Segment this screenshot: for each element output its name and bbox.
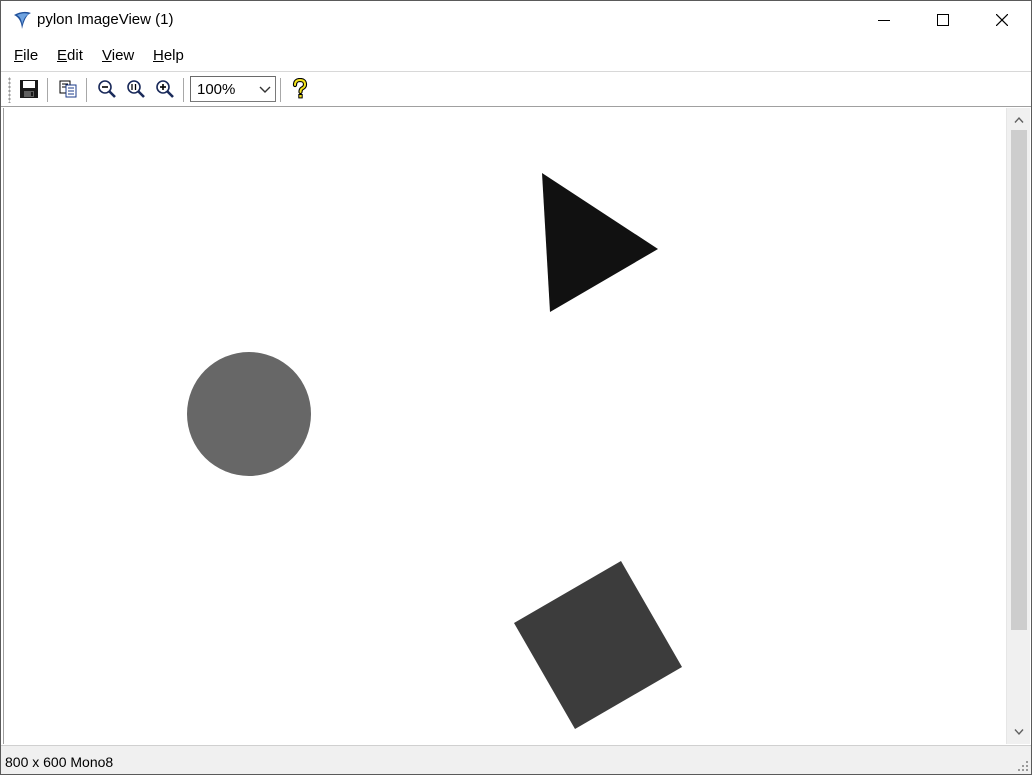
help-button[interactable]	[288, 77, 312, 101]
image-square	[514, 561, 682, 729]
image-format-status: 800 x 600 Mono8	[5, 754, 114, 770]
resize-grip-icon[interactable]	[1017, 760, 1029, 772]
save-button[interactable]	[17, 77, 41, 101]
zoom-in-button[interactable]	[153, 77, 177, 101]
zoom-fit-icon	[127, 80, 145, 98]
status-bar: 800 x 600 Mono8	[1, 745, 1031, 774]
maximize-icon	[937, 14, 949, 26]
camera-image	[187, 173, 682, 729]
copy-icon	[59, 80, 77, 98]
image-circle	[187, 352, 311, 476]
zoom-out-button[interactable]	[95, 77, 119, 101]
save-icon	[20, 80, 38, 98]
image-viewport[interactable]	[3, 108, 1005, 744]
toolbar-separator	[183, 78, 185, 102]
close-button[interactable]	[973, 1, 1031, 39]
zoom-fit-button[interactable]	[124, 77, 148, 101]
scroll-up-button[interactable]	[1009, 110, 1029, 130]
menu-file[interactable]: File	[14, 47, 38, 64]
chevron-up-icon	[1014, 116, 1024, 123]
title-bar[interactable]: pylon ImageView (1)	[1, 1, 1031, 39]
toolbar-separator	[280, 78, 282, 102]
scroll-down-button[interactable]	[1009, 722, 1029, 742]
maximize-button[interactable]	[914, 1, 972, 39]
chevron-down-icon	[1014, 729, 1024, 736]
app-window: pylon ImageView (1) File Edit View Help	[0, 0, 1032, 775]
zoom-level-select[interactable]: 100%	[190, 76, 276, 102]
chevron-down-icon	[259, 86, 271, 93]
help-icon	[292, 78, 308, 99]
image-triangle	[542, 173, 658, 312]
toolbar-grip[interactable]	[8, 77, 11, 103]
zoom-level-value: 100%	[197, 81, 236, 98]
menu-bar: File Edit View Help	[1, 39, 1031, 71]
minimize-button[interactable]	[855, 1, 913, 39]
scroll-thumb[interactable]	[1011, 130, 1027, 630]
close-icon	[996, 14, 1008, 26]
toolbar-separator	[47, 78, 49, 102]
copy-button[interactable]	[56, 77, 80, 101]
toolbar-separator	[86, 78, 88, 102]
toolbar: 100%	[1, 71, 1031, 107]
menu-edit[interactable]: Edit	[57, 47, 83, 64]
menu-view[interactable]: View	[102, 47, 134, 64]
zoom-out-icon	[98, 80, 116, 98]
minimize-icon	[878, 20, 890, 21]
vertical-scrollbar[interactable]	[1006, 108, 1030, 744]
menu-help[interactable]: Help	[153, 47, 184, 64]
zoom-in-icon	[156, 80, 174, 98]
window-title: pylon ImageView (1)	[37, 11, 174, 28]
pylon-logo-icon	[14, 11, 31, 29]
